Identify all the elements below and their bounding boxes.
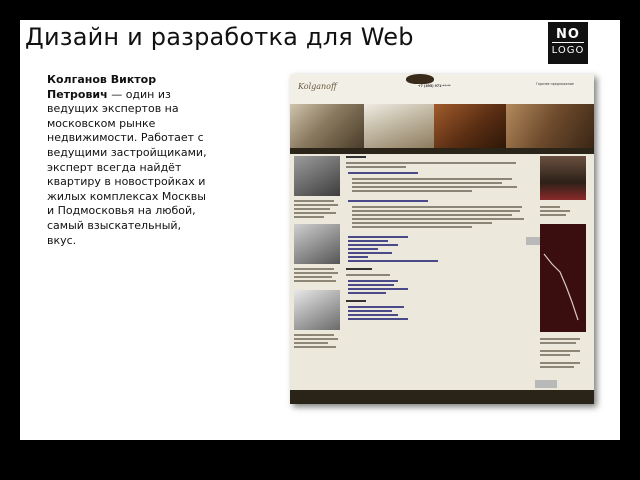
thumb-caption — [294, 208, 330, 210]
site-link[interactable] — [348, 244, 398, 246]
price-chart-panel — [540, 224, 586, 332]
site-link[interactable] — [348, 200, 428, 202]
text-line — [540, 362, 580, 364]
website-hot-offer: Горячее предложение — [536, 82, 574, 86]
slide: Дизайн и разработка для Web NO LOGO Колг… — [20, 20, 620, 440]
text-line — [540, 206, 560, 208]
price-trend-line — [543, 253, 579, 321]
text-line — [346, 166, 406, 168]
text-line — [540, 342, 576, 344]
site-link[interactable] — [348, 310, 392, 312]
thumb-caption — [294, 200, 334, 202]
logo-line-2: LOGO — [551, 42, 585, 58]
thumb-caption — [294, 276, 332, 278]
slide-title: Дизайн и разработка для Web — [25, 23, 414, 51]
text-line — [540, 366, 574, 368]
text-line — [352, 214, 512, 216]
thumb-caption — [294, 204, 338, 206]
website-brand: Kolganoff — [298, 82, 337, 91]
text-line — [540, 210, 570, 212]
section-heading — [346, 300, 366, 302]
text-line — [540, 354, 570, 356]
website-screenshot: Kolganoff +7 (495) 971-**-** Горячее пре… — [290, 74, 594, 404]
project-description: Колганов Виктор Петрович — один из ведущ… — [47, 73, 212, 248]
website-nav — [290, 148, 594, 154]
text-line — [352, 182, 502, 184]
site-link[interactable] — [348, 252, 392, 254]
section-heading — [346, 268, 372, 270]
website-footer — [290, 390, 594, 404]
site-link[interactable] — [348, 292, 386, 294]
thumb-caption — [294, 272, 338, 274]
text-line — [352, 206, 522, 208]
text-line — [352, 222, 492, 224]
site-link[interactable] — [348, 318, 408, 320]
site-link[interactable] — [348, 172, 418, 174]
text-line — [352, 190, 472, 192]
text-line — [346, 274, 390, 276]
text-line — [352, 210, 520, 212]
site-link[interactable] — [348, 314, 398, 316]
site-link[interactable] — [348, 256, 368, 258]
header-photo-4 — [506, 104, 594, 148]
text-line — [352, 226, 472, 228]
website-right-column — [540, 156, 588, 391]
text-line — [352, 178, 512, 180]
no-logo-mark: NO LOGO — [548, 22, 588, 64]
site-link[interactable] — [348, 248, 378, 250]
text-line — [346, 162, 516, 164]
logo-line-1: NO — [556, 27, 580, 42]
site-link[interactable] — [348, 260, 438, 262]
header-photo-1 — [290, 104, 364, 148]
text-line — [352, 218, 524, 220]
thumb-caption — [294, 268, 334, 270]
website-page: Kolganoff +7 (495) 971-**-** Горячее пре… — [290, 74, 594, 404]
thumb-caption — [294, 342, 328, 344]
lamp-image — [406, 74, 434, 84]
header-photo-3 — [434, 104, 506, 148]
site-link[interactable] — [348, 280, 398, 282]
text-line — [540, 214, 566, 216]
thumb-caption — [294, 216, 324, 218]
site-link[interactable] — [348, 236, 408, 238]
thumb-caption — [294, 334, 334, 336]
project-thumb-2 — [294, 224, 340, 264]
site-link[interactable] — [348, 284, 394, 286]
thumb-caption — [294, 346, 336, 348]
site-link[interactable] — [348, 306, 404, 308]
website-left-column — [294, 156, 342, 391]
project-thumb-1 — [294, 156, 340, 196]
section-heading — [346, 156, 366, 158]
website-phone: +7 (495) 971-**-** — [418, 84, 451, 88]
price-chart-graphic — [543, 253, 579, 321]
site-link[interactable] — [348, 240, 388, 242]
text-line — [540, 350, 580, 352]
thumb-caption — [294, 280, 336, 282]
website-main-column — [346, 156, 528, 391]
text-line — [352, 186, 517, 188]
agent-portrait — [540, 156, 586, 200]
website-header: Kolganoff +7 (495) 971-**-** Горячее пре… — [290, 74, 594, 148]
site-link[interactable] — [348, 288, 408, 290]
project-thumb-3 — [294, 290, 340, 330]
thumb-caption — [294, 338, 338, 340]
description-text: — один из ведущих экспертов на московско… — [47, 87, 207, 247]
text-line — [540, 338, 580, 340]
thumb-caption — [294, 212, 336, 214]
header-photo-2 — [364, 104, 434, 148]
